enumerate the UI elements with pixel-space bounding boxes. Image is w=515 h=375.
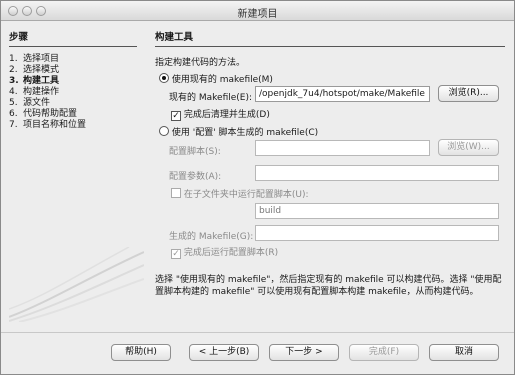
configure-args-field[interactable] [255,165,499,181]
new-project-window: 新建项目 步骤 1. 选择项目 2. 选择模式 3. 构建工具 4. 构建操作 5. 源文… [0,0,515,375]
step-item: 2. 选择模式 [9,65,60,75]
run-configure-checkbox[interactable]: ✓ 完成后运行配置脚本(R) [171,245,278,259]
decorative-swoosh-graphic [9,247,144,322]
title-bar: 新建项目 [1,1,514,21]
radio-selected-icon[interactable] [159,73,169,83]
step-item: 4. 构建操作 [9,87,60,97]
help-description: 选择 "使用现有的 makefile"，然后指定现有的 makefile 可以构… [155,275,502,297]
window-title: 新建项目 [237,9,278,20]
divider [1,332,514,333]
clean-and-build-label: 完成后清理并生成(D) [183,110,270,120]
browse-makefile-button[interactable]: 浏览(R)... [438,85,499,102]
checkbox-unchecked-icon[interactable] [171,188,181,198]
cancel-button[interactable]: 取消 [429,344,499,361]
checkmark-icon[interactable]: ✓ [171,111,181,121]
existing-makefile-label: 现有的 Makefile(E): [169,93,253,103]
back-button[interactable]: < 上一步(B) [189,344,259,361]
subfolder-field[interactable]: build [255,203,499,219]
step-item: 1. 选择项目 [9,54,60,64]
generated-makefile-label: 生成的 Makefile(G): [169,232,254,242]
run-in-subfolder-checkbox[interactable]: 在子文件夹中运行配置脚本(U): [171,187,309,200]
panel-heading: 构建工具 [155,29,505,47]
use-existing-makefile-label: 使用现有的 makefile(M) [171,75,273,85]
step-item: 7. 项目名称和位置 [9,120,87,130]
use-configure-script-label: 使用 '配置' 脚本生成的 makefile(C) [171,128,319,138]
panel-intro: 指定构建代码的方法。 [155,58,246,68]
use-existing-makefile-option[interactable]: 使用现有的 makefile(M) [159,72,273,85]
configure-script-label: 配置脚本(S): [169,147,221,157]
radio-unselected-icon[interactable] [159,126,169,136]
configure-script-field[interactable] [255,140,430,156]
generated-makefile-field[interactable] [255,225,499,241]
step-item-current: 3. 构建工具 [9,76,60,86]
finish-button[interactable]: 完成(F) [349,344,419,361]
browse-configure-script-button[interactable]: 浏览(W)... [438,139,499,156]
use-configure-script-option[interactable]: 使用 '配置' 脚本生成的 makefile(C) [159,125,318,138]
help-button[interactable]: 帮助(H) [111,344,171,361]
configure-args-label: 配置参数(A): [169,172,222,182]
run-in-subfolder-label: 在子文件夹中运行配置脚本(U): [183,190,309,200]
clean-and-build-checkbox[interactable]: ✓ 完成后清理并生成(D) [171,107,270,121]
run-configure-label: 完成后运行配置脚本(R) [183,248,279,258]
existing-makefile-field[interactable]: /openjdk_7u4/hotspot/make/Makefile [255,86,430,102]
steps-list: 1. 选择项目 2. 选择模式 3. 构建工具 4. 构建操作 5. 源文件 6. 代码帮助… [9,54,139,131]
steps-heading: 步骤 [9,29,137,47]
checkmark-icon[interactable]: ✓ [171,249,181,259]
step-item: 5. 源文件 [9,98,51,108]
step-item: 6. 代码帮助配置 [9,109,78,119]
build-tools-panel: 构建工具 指定构建代码的方法。 使用现有的 makefile(M) 现有的 Ma… [155,29,505,319]
next-button[interactable]: 下一步 > [269,344,339,361]
